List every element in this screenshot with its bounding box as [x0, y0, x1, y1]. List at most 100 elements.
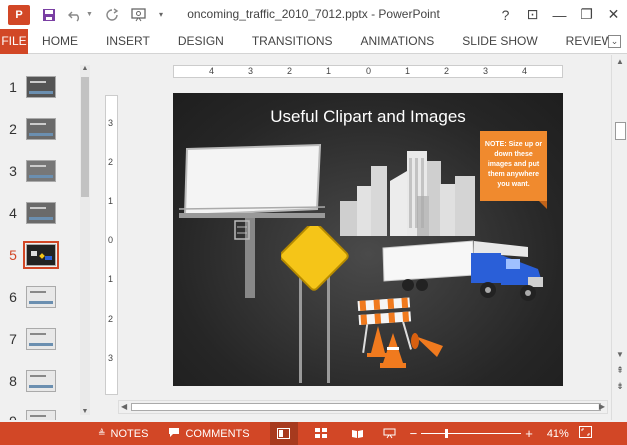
- thumbnail-image: [26, 370, 56, 392]
- minimize-icon[interactable]: —: [546, 7, 573, 23]
- thumbnail-number: 7: [9, 331, 17, 347]
- zoom-slider-handle[interactable]: [445, 429, 449, 438]
- thumbnail-image: [26, 118, 56, 140]
- scroll-up-icon[interactable]: ▲: [80, 65, 90, 72]
- slide-vertical-scrollbar[interactable]: ▲ ▼ ⇞ ⇟: [611, 55, 627, 420]
- thumbnail-slide-9[interactable]: 9: [0, 406, 90, 420]
- ruler-label: 2: [287, 66, 293, 76]
- zoom-out-button[interactable]: −: [410, 426, 418, 441]
- yellow-road-sign-image[interactable]: [281, 226, 351, 386]
- thumbnail-slide-3[interactable]: 3: [0, 156, 90, 186]
- ribbon-tabs: FILE HOME INSERT DESIGN TRANSITIONS ANIM…: [0, 28, 627, 54]
- slideshow-view-button[interactable]: [376, 422, 404, 445]
- slide-canvas[interactable]: Useful Clipart and Images NOTE: Size up …: [173, 93, 563, 386]
- slide-title[interactable]: Useful Clipart and Images: [173, 107, 563, 127]
- slide-horizontal-scrollbar[interactable]: ◀ ▶: [118, 400, 608, 414]
- thumbnail-number: 5: [9, 247, 17, 263]
- notes-button[interactable]: ≜ NOTES: [98, 428, 148, 440]
- close-icon[interactable]: ✕: [600, 6, 627, 23]
- ruler-label: 1: [405, 66, 411, 76]
- thumbnail-number: 1: [9, 79, 17, 95]
- thumbnail-scrollbar-thumb[interactable]: [81, 77, 89, 197]
- slide-sorter-view-button[interactable]: [308, 422, 336, 445]
- note-callout[interactable]: NOTE: Size up or down these images and p…: [480, 131, 547, 209]
- thumbnail-image: [26, 286, 56, 308]
- slideshow-icon: [383, 428, 396, 439]
- vertical-ruler: 3 2 1 0 1 2 3: [105, 95, 118, 395]
- scroll-down-icon[interactable]: ▼: [612, 350, 627, 359]
- ruler-label: 1: [108, 274, 114, 284]
- tab-slide-show[interactable]: SLIDE SHOW: [448, 34, 551, 48]
- customize-qat-icon[interactable]: ▾: [159, 10, 163, 19]
- tab-transitions[interactable]: TRANSITIONS: [238, 34, 347, 48]
- horizontal-scroll-thumb[interactable]: [131, 403, 601, 411]
- help-icon[interactable]: ?: [492, 7, 519, 23]
- undo-dropdown-icon[interactable]: ▼: [86, 11, 93, 18]
- normal-view-button[interactable]: [269, 422, 298, 445]
- redo-icon[interactable]: [105, 7, 119, 22]
- comments-button[interactable]: COMMENTS: [168, 427, 250, 441]
- thumbnail-image: [26, 202, 56, 224]
- vertical-scroll-thumb[interactable]: [615, 122, 626, 140]
- comment-icon: [168, 427, 180, 441]
- undo-icon[interactable]: [68, 8, 82, 22]
- title-bar: P ▼ ▾ oncoming_traffic_2010_7012.pptx - …: [0, 0, 627, 29]
- comments-label: COMMENTS: [185, 427, 250, 440]
- expand-ribbon-icon[interactable]: ⌄: [608, 35, 621, 48]
- zoom-level[interactable]: 41%: [547, 428, 569, 440]
- ruler-label: 4: [522, 66, 528, 76]
- thumbnail-slide-2[interactable]: 2: [0, 114, 90, 144]
- normal-view-icon: [277, 428, 291, 439]
- save-icon[interactable]: [42, 8, 56, 22]
- thumbnail-slide-1[interactable]: 1: [0, 72, 90, 102]
- thumbnail-number: 8: [9, 373, 17, 389]
- ruler-label: 3: [483, 66, 489, 76]
- previous-slide-icon[interactable]: ⇞: [612, 365, 627, 376]
- reading-view-icon: [352, 430, 364, 438]
- restore-icon[interactable]: ❐: [573, 6, 600, 23]
- thumbnail-image: [23, 241, 59, 269]
- ruler-label: 3: [108, 353, 114, 363]
- construction-barrier-image[interactable]: [353, 291, 463, 381]
- thumbnail-slide-6[interactable]: 6: [0, 282, 90, 312]
- powerpoint-logo-icon: P: [8, 4, 30, 25]
- tab-design[interactable]: DESIGN: [164, 34, 238, 48]
- scroll-left-icon[interactable]: ◀: [121, 402, 127, 411]
- tab-animations[interactable]: ANIMATIONS: [347, 34, 449, 48]
- start-slideshow-icon[interactable]: [131, 7, 147, 22]
- zoom-slider[interactable]: [421, 429, 522, 438]
- ruler-label: 3: [108, 118, 114, 128]
- thumbnail-image: [26, 76, 56, 98]
- tab-insert[interactable]: INSERT: [92, 34, 164, 48]
- thumbnail-slide-5[interactable]: 5: [0, 240, 90, 270]
- quick-access-toolbar: ▼ ▾: [42, 7, 163, 22]
- scroll-up-icon[interactable]: ▲: [612, 57, 627, 66]
- thumbnail-scrollbar[interactable]: ▲ ▼: [80, 65, 90, 415]
- tab-file[interactable]: FILE: [0, 28, 29, 54]
- notes-icon: ≜: [98, 428, 106, 438]
- horizontal-ruler: 4 3 2 1 0 1 2 3 4: [173, 65, 563, 78]
- ribbon-display-options-icon[interactable]: ⊡: [519, 6, 546, 23]
- thumbnail-slide-4[interactable]: 4: [0, 198, 90, 228]
- reading-view-button[interactable]: [344, 422, 372, 445]
- scroll-right-icon[interactable]: ▶: [599, 402, 605, 411]
- thumbnail-number: 6: [9, 289, 17, 305]
- slide-sorter-icon: [315, 428, 328, 438]
- ruler-label: 1: [108, 196, 114, 206]
- scroll-down-icon[interactable]: ▼: [80, 408, 90, 415]
- ruler-label: 4: [209, 66, 215, 76]
- thumbnail-image: [26, 328, 56, 350]
- ruler-label: 0: [108, 235, 114, 245]
- zoom-in-button[interactable]: +: [525, 426, 533, 441]
- ruler-label: 1: [326, 66, 332, 76]
- tab-home[interactable]: HOME: [28, 34, 92, 48]
- notes-label: NOTES: [110, 427, 149, 440]
- thumbnail-slide-8[interactable]: 8: [0, 366, 90, 396]
- thumbnail-number: 3: [9, 163, 17, 179]
- next-slide-icon[interactable]: ⇟: [612, 381, 627, 392]
- ruler-label: 2: [444, 66, 450, 76]
- thumbnail-slide-7[interactable]: 7: [0, 324, 90, 354]
- fit-slide-to-window-icon[interactable]: [578, 426, 592, 441]
- ruler-label: 0: [366, 66, 372, 76]
- city-buildings-image[interactable]: [335, 146, 485, 241]
